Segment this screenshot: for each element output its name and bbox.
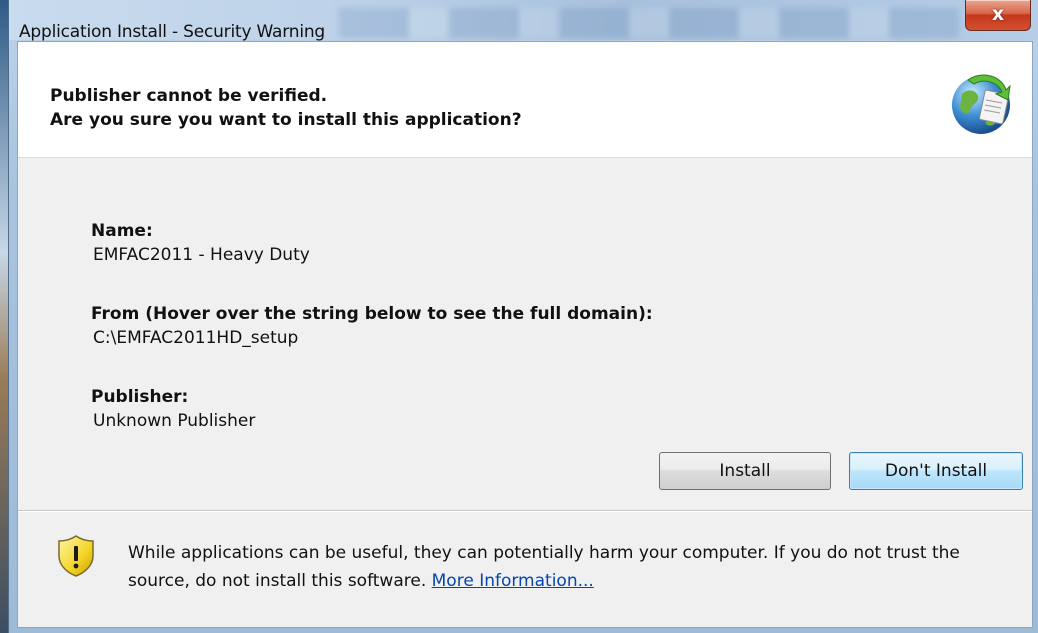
title-bar[interactable]: Application Install - Security Warning x xyxy=(9,0,1038,42)
header-title: Publisher cannot be verified. xyxy=(50,86,328,106)
more-information-link[interactable]: More Information... xyxy=(432,571,594,591)
header-question: Are you sure you want to install this ap… xyxy=(50,110,522,130)
name-value: EMFAC2011 - Heavy Duty xyxy=(93,245,310,265)
publisher-value: Unknown Publisher xyxy=(93,411,256,431)
globe-install-icon xyxy=(952,74,1011,134)
dialog-header: Publisher cannot be verified. Are you su… xyxy=(18,42,1032,158)
from-value[interactable]: C:\EMFAC2011HD_setup xyxy=(93,328,298,348)
dont-install-button[interactable]: Don't Install xyxy=(849,452,1023,490)
divider-highlight xyxy=(18,511,1032,512)
warning-message: While applications can be useful, they c… xyxy=(128,539,1008,595)
close-button[interactable]: x xyxy=(965,0,1031,31)
window-title: Application Install - Security Warning xyxy=(19,22,326,42)
publisher-label: Publisher: xyxy=(91,387,189,407)
name-label: Name: xyxy=(91,221,153,241)
install-button[interactable]: Install xyxy=(659,452,831,490)
security-warning-dialog: Application Install - Security Warning x… xyxy=(8,0,1038,633)
dialog-content: Publisher cannot be verified. Are you su… xyxy=(17,41,1033,628)
shield-warning-icon xyxy=(58,535,94,577)
from-label: From (Hover over the string below to see… xyxy=(91,304,653,324)
close-icon: x xyxy=(991,3,1005,25)
